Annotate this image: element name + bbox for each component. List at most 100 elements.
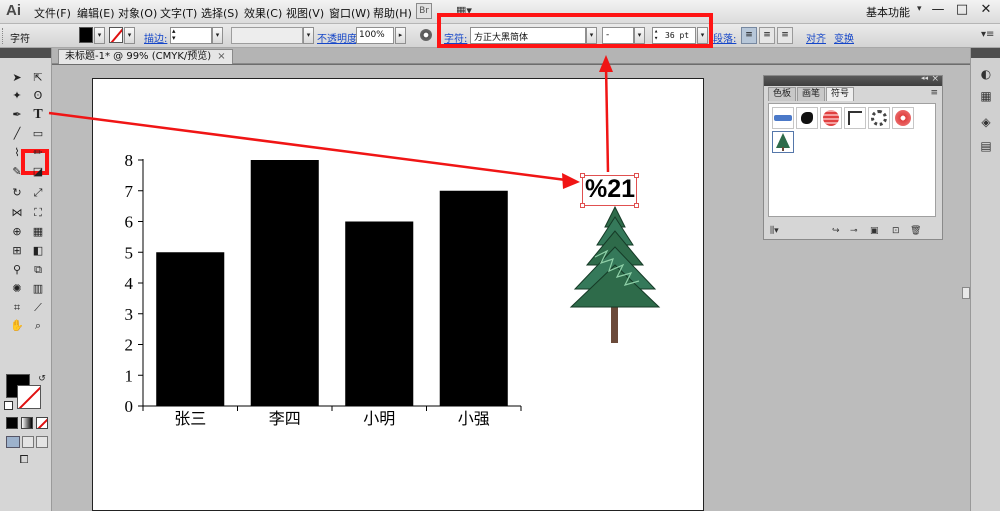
panel-titlebar[interactable]: ◂◂ × — [764, 74, 942, 86]
vertical-scrollbar-thumb[interactable] — [962, 287, 970, 299]
opacity-field[interactable]: 100% — [356, 27, 394, 44]
menu-effect[interactable]: 效果(C) — [244, 5, 282, 21]
hand-tool-icon[interactable]: ✋ — [9, 318, 25, 334]
rectangle-tool-icon[interactable]: ▭ — [30, 126, 46, 142]
stroke-weight-dropdown[interactable]: ▾ — [212, 27, 223, 44]
none-mode-button[interactable] — [36, 417, 48, 429]
column-graph-tool-icon[interactable]: ▥ — [30, 281, 46, 297]
default-colors-icon[interactable] — [4, 401, 13, 410]
symbol-red-dots[interactable] — [892, 107, 914, 129]
swap-fill-stroke-icon[interactable]: ↺ — [34, 371, 50, 387]
variable-width-profile[interactable] — [231, 27, 303, 44]
pencil-tool-icon[interactable]: ✏ — [30, 145, 46, 161]
color-mode-button[interactable] — [6, 417, 18, 429]
maximize-button[interactable]: □ — [950, 0, 974, 20]
paintbrush-tool-icon[interactable]: ⌇ — [9, 145, 25, 161]
workspace-switcher[interactable]: 基本功能 — [866, 4, 910, 20]
symbol-sprayer-tool-icon[interactable]: ✺ — [9, 281, 25, 297]
bridge-icon[interactable]: Br — [416, 3, 432, 19]
panel-menu-icon[interactable]: ≡ — [930, 88, 938, 98]
stroke-color-swatch[interactable] — [109, 27, 123, 43]
delete-symbol-icon[interactable]: 🗑 — [910, 226, 921, 236]
symbol-libraries-icon[interactable]: ⫼▾ — [770, 226, 779, 236]
mesh-tool-icon[interactable]: ⊞ — [9, 243, 25, 259]
align-center-button[interactable]: ≡ — [759, 27, 775, 44]
opacity-label[interactable]: 不透明度: — [317, 30, 360, 45]
gradient-mode-button[interactable] — [21, 417, 33, 429]
blend-tool-icon[interactable]: ⧉ — [30, 262, 46, 278]
place-symbol-icon[interactable]: ↪ — [832, 226, 840, 236]
collapse-panel-icon[interactable]: ◂◂ — [921, 74, 928, 82]
symbol-ink-splat[interactable] — [796, 107, 818, 129]
screen-mode-icon[interactable]: ⧠ — [16, 452, 32, 468]
menu-select[interactable]: 选择(S) — [201, 5, 239, 21]
transform-link[interactable]: 变换 — [834, 30, 854, 45]
stepper-icon[interactable]: ▴ ▾ — [172, 28, 176, 42]
new-symbol-icon[interactable]: ⊡ — [892, 226, 900, 236]
slice-tool-icon[interactable]: ⟋ — [30, 300, 46, 316]
stroke-weight-field[interactable]: ▴ ▾ — [170, 27, 212, 44]
break-link-icon[interactable]: ⊸ — [850, 226, 858, 236]
align-link[interactable]: 对齐 — [806, 30, 826, 45]
scale-tool-icon[interactable]: ⤢ — [30, 185, 46, 201]
fill-color-swatch[interactable] — [79, 27, 93, 43]
rotate-tool-icon[interactable]: ↻ — [9, 185, 25, 201]
selection-tool-icon[interactable]: ➤ — [9, 70, 25, 86]
direct-selection-tool-icon[interactable]: ⇱ — [30, 70, 46, 86]
profile-dropdown[interactable]: ▾ — [303, 27, 314, 44]
chevron-down-icon[interactable]: ▾ — [917, 4, 922, 14]
tab-symbols[interactable]: 符号 — [826, 87, 855, 101]
artboard-tool-icon[interactable]: ⌗ — [9, 300, 25, 316]
opacity-dropdown[interactable]: ▸ — [395, 27, 406, 44]
stroke-swatch[interactable] — [17, 385, 41, 409]
symbol-pine-tree[interactable] — [772, 131, 794, 153]
document-tab[interactable]: 未标题-1* @ 99% (CMYK/预览) × — [58, 49, 233, 64]
symbol-corner-frame[interactable] — [844, 107, 866, 129]
free-transform-tool-icon[interactable]: ⛶ — [30, 205, 46, 221]
line-segment-tool-icon[interactable]: ╱ — [9, 126, 25, 142]
paragraph-label[interactable]: 段落: — [713, 30, 736, 45]
color-panel-icon[interactable]: ◐ — [978, 66, 994, 82]
draw-behind-button[interactable] — [22, 436, 34, 448]
symbol-options-icon[interactable]: ▣ — [870, 226, 879, 236]
align-left-button[interactable]: ≡ — [741, 27, 757, 44]
frame-handle[interactable] — [580, 173, 585, 178]
gradient-tool-icon[interactable]: ◧ — [30, 243, 46, 259]
artboards-panel-icon[interactable]: ▤ — [978, 138, 994, 154]
shape-builder-tool-icon[interactable]: ⊕ — [9, 224, 25, 240]
close-panel-icon[interactable]: × — [931, 74, 939, 84]
menu-window[interactable]: 窗口(W) — [329, 5, 370, 21]
pine-tree-symbol[interactable] — [565, 205, 665, 345]
close-window-button[interactable]: ✕ — [974, 0, 998, 20]
perspective-grid-tool-icon[interactable]: ▦ — [30, 224, 46, 240]
menu-type[interactable]: 文字(T) — [160, 5, 197, 21]
selected-text-frame[interactable]: %21 — [580, 173, 639, 208]
layers-panel-icon[interactable]: ◈ — [978, 114, 994, 130]
tab-brushes[interactable]: 画笔 — [797, 87, 826, 101]
symbol-wreath[interactable] — [868, 107, 890, 129]
swatches-panel-icon[interactable]: ▦ — [978, 88, 994, 104]
menu-view[interactable]: 视图(V) — [286, 5, 324, 21]
align-right-button[interactable]: ≡ — [777, 27, 793, 44]
lasso-tool-icon[interactable]: ʘ — [30, 88, 46, 104]
pen-tool-icon[interactable]: ✒ — [9, 107, 25, 123]
stroke-dropdown-arrow[interactable]: ▾ — [124, 27, 135, 44]
stroke-label[interactable]: 描边: — [144, 30, 167, 45]
minimize-button[interactable]: — — [926, 0, 950, 20]
fill-dropdown-arrow[interactable]: ▾ — [94, 27, 105, 44]
eraser-tool-icon[interactable]: ◪ — [30, 164, 46, 180]
frame-handle[interactable] — [634, 173, 639, 178]
eyedropper-tool-icon[interactable]: ⚲ — [9, 262, 25, 278]
close-tab-icon[interactable]: × — [217, 51, 225, 62]
blob-brush-tool-icon[interactable]: ✎ — [9, 164, 25, 180]
recolor-icon[interactable] — [420, 29, 432, 41]
menu-help[interactable]: 帮助(H) — [373, 5, 412, 21]
menu-file[interactable]: 文件(F) — [34, 5, 71, 21]
menu-object[interactable]: 对象(O) — [118, 5, 157, 21]
symbol-blue-banner[interactable] — [772, 107, 794, 129]
width-tool-icon[interactable]: ⋈ — [9, 205, 25, 221]
menu-edit[interactable]: 编辑(E) — [77, 5, 115, 21]
draw-normal-button[interactable] — [6, 436, 20, 448]
symbol-red-circle[interactable] — [820, 107, 842, 129]
type-tool-icon[interactable]: T — [30, 107, 46, 123]
